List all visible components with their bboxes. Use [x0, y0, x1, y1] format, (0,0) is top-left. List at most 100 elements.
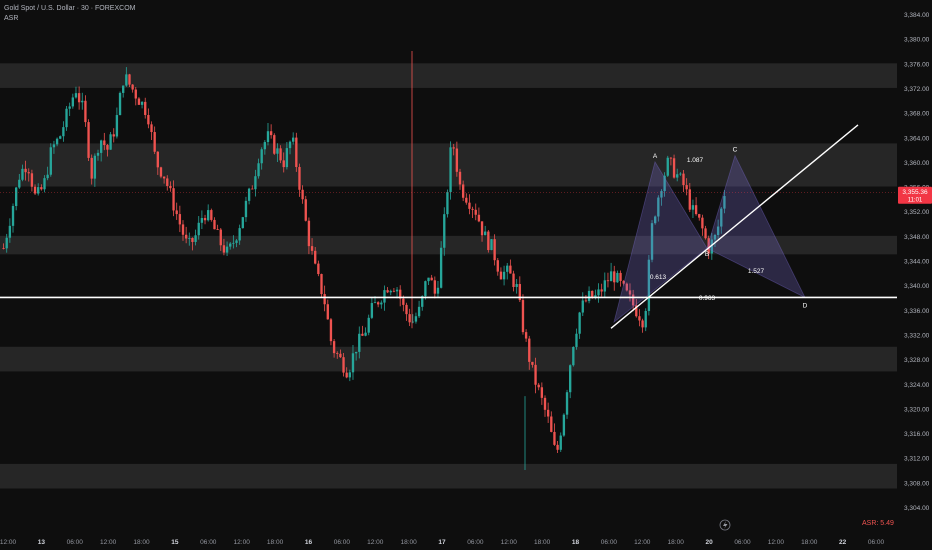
price-tick-label: 3,336.00: [904, 308, 930, 315]
time-tick-label: 18:00: [801, 539, 818, 546]
candle-body: [487, 231, 490, 251]
candle-body: [207, 210, 210, 221]
candle-body: [512, 273, 515, 287]
price-tick-label: 3,312.00: [904, 456, 930, 463]
candle-body: [644, 310, 647, 328]
time-tick-label: 13: [38, 539, 46, 546]
candle-body: [694, 205, 698, 215]
candle-body: [225, 246, 229, 253]
candle-body: [115, 115, 119, 137]
candle-body: [147, 114, 150, 125]
time-tick-label: 12:00: [634, 539, 651, 546]
time-tick-label: 12:00: [768, 539, 785, 546]
candle-body: [314, 250, 317, 264]
candle-body: [531, 361, 534, 365]
candle-body: [691, 205, 695, 210]
candle-body: [490, 239, 493, 251]
time-tick-label: 06:00: [601, 539, 618, 546]
candle-body: [210, 210, 213, 220]
candle-body: [18, 179, 21, 188]
price-tick-label: 3,376.00: [904, 61, 930, 68]
candle-body: [455, 148, 459, 172]
candle-body: [257, 163, 260, 177]
candle-body: [367, 317, 370, 333]
candle-body: [62, 127, 65, 137]
candle-body: [301, 189, 304, 200]
candle-body: [222, 245, 226, 253]
candle-body: [266, 131, 270, 143]
candle-body: [194, 235, 197, 242]
candle-body: [251, 188, 254, 190]
time-tick-label: 20: [705, 539, 713, 546]
time-tick-label: 18:00: [133, 539, 150, 546]
candle-body: [150, 124, 153, 133]
candle-body: [241, 217, 244, 229]
indicator-label: ASR: [4, 15, 19, 22]
candle-body: [424, 281, 427, 297]
candle-body: [99, 140, 103, 153]
price-tick-label: 3,304.00: [904, 505, 930, 512]
candle-body: [137, 98, 141, 105]
candle-body: [502, 271, 506, 280]
candle-body: [559, 435, 562, 450]
candle-body: [178, 214, 182, 225]
candle-body: [474, 209, 477, 215]
candle-body: [395, 289, 399, 292]
price-tick-label: 3,344.00: [904, 259, 930, 266]
supply-demand-zone: [0, 346, 897, 372]
candle-body: [93, 155, 97, 179]
time-tick-label: 18: [572, 539, 580, 546]
candle-body: [197, 222, 200, 236]
candle-body: [430, 277, 433, 281]
candle-body: [471, 208, 474, 210]
chart-canvas[interactable]: 3,384.00 3,380.00 3,376.00 3,372.00 3,368.00…: [0, 0, 932, 550]
candle-body: [461, 184, 465, 198]
candle-body: [298, 167, 301, 190]
time-tick-label: 06:00: [467, 539, 484, 546]
candle-body: [351, 353, 355, 373]
price-tick-label: 3,368.00: [904, 111, 930, 118]
candle-body: [52, 144, 56, 148]
candle-body: [543, 397, 547, 410]
candle-body: [465, 197, 468, 203]
candle-body: [361, 333, 364, 336]
candle-body: [348, 372, 352, 378]
price-tick-label: 3,324.00: [904, 382, 930, 389]
candle-body: [556, 444, 559, 450]
candle-body: [572, 346, 575, 366]
candle-body: [273, 135, 276, 154]
candle-body: [641, 320, 644, 328]
candle-body: [144, 101, 147, 115]
pattern-point-c: C: [733, 147, 738, 154]
candle-body: [11, 206, 15, 226]
asr-value-label: ASR: 5.49: [862, 520, 894, 527]
candle-body: [493, 239, 496, 261]
candle-body: [263, 142, 267, 150]
time-tick-label: 06:00: [334, 539, 351, 546]
candle-body: [408, 314, 411, 323]
price-tick-label: 3,352.00: [904, 209, 930, 216]
price-tick-label: 3,348.00: [904, 234, 930, 241]
candle-body: [449, 147, 452, 193]
candle-body: [122, 85, 125, 93]
candle-body: [575, 333, 578, 347]
candle-body: [162, 176, 166, 179]
candle-body: [140, 101, 144, 105]
candle-body: [112, 134, 115, 137]
candle-body: [458, 171, 462, 185]
candle-body: [103, 140, 106, 146]
candle-body: [587, 290, 591, 302]
candle-body: [118, 92, 122, 116]
candle-body: [389, 290, 392, 293]
candle-body: [30, 173, 34, 187]
candle-body: [376, 302, 380, 305]
candle-body: [288, 141, 292, 149]
candle-body: [200, 218, 204, 223]
price-tick-label: 3,364.00: [904, 135, 930, 142]
candle-body: [55, 138, 59, 145]
ratio-ab-label: 0.613: [650, 274, 667, 281]
candle-body: [203, 218, 207, 221]
candle-body: [279, 148, 282, 161]
candle-body: [392, 290, 396, 292]
time-tick-label: 22: [839, 539, 847, 546]
